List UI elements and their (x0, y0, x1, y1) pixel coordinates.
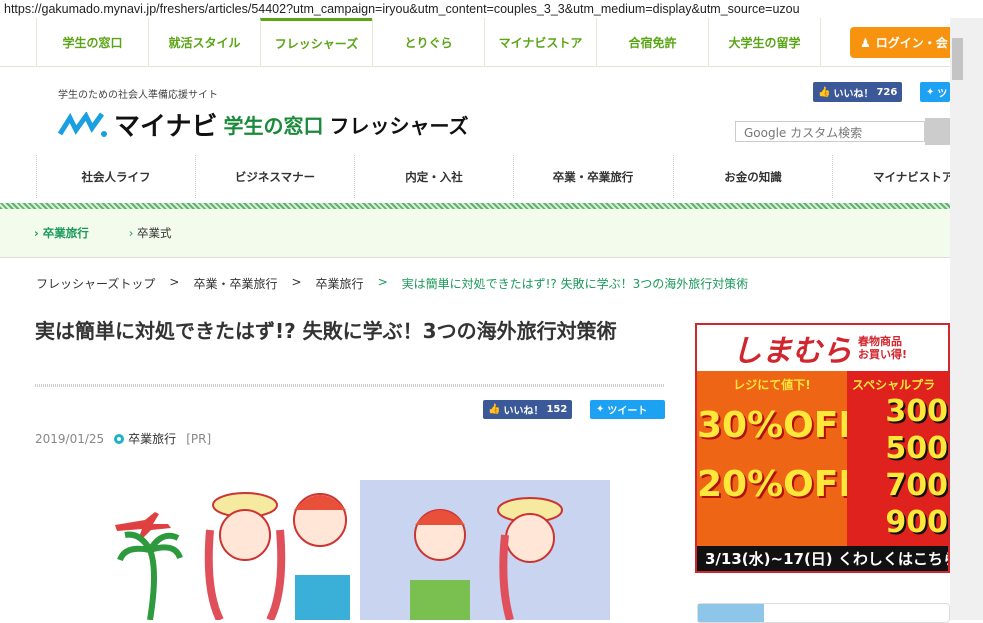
subnav-travel-label: 卒業旅行 (42, 226, 89, 240)
sub-nav: › 卒業旅行 › 卒業式 (0, 209, 950, 258)
ad-brand: しまむら (732, 334, 852, 369)
ad-sub2: お買い得! (858, 348, 908, 361)
tweet-label: ツ (937, 88, 948, 100)
crumb-sep: > (169, 275, 180, 289)
mynavi-logo-icon (58, 111, 107, 137)
cat-money[interactable]: お金の知識 (673, 155, 832, 198)
like-label: いいね！ (833, 88, 874, 100)
thumbs-up-icon: 👍 (488, 404, 501, 415)
search-button[interactable] (925, 118, 950, 145)
thumbs-up-icon: 👍 (818, 86, 831, 98)
ad-price-panel: スペシャルプラ 300 500 700 900 (847, 371, 948, 546)
topnav-store[interactable]: マイナビストア (484, 18, 596, 66)
user-icon: ♟ (860, 35, 871, 50)
top-nav: 学生の窓口 就活スタイル フレッシャーズ とりぐら マイナビストア 合宿免許 大… (0, 18, 950, 67)
subnav-ceremony[interactable]: › 卒業式 (129, 225, 172, 241)
ad-discount-panel: レジにて値下! 30%OFF 20%OFF (697, 371, 863, 546)
title-divider (35, 384, 665, 387)
crumb-travel[interactable]: 卒業旅行 (316, 275, 364, 292)
site-logo[interactable]: マイナビ 学生の窓口 フレッシャーズ (58, 106, 468, 143)
logo-freshers: フレッシャーズ (329, 114, 469, 138)
category-dot-icon (114, 433, 125, 444)
ad-subtitle: 春物商品 お買い得! (858, 335, 907, 361)
ad-right-head: スペシャルプラ (852, 378, 936, 392)
category-nav: 社会人ライフ ビジネスマナー 内定・入社 卒業・卒業旅行 お金の知識 マイナビス… (0, 155, 950, 198)
article-tweet-button[interactable]: ✦ ツイート (590, 400, 665, 419)
ad-price: 900 (885, 505, 948, 540)
article-category[interactable]: 卒業旅行 (114, 430, 176, 447)
shimamura-ad-banner[interactable]: しまむら 春物商品 お買い得! レジにて値下! 30%OFF 20%OFF スペシャ… (695, 323, 950, 573)
subnav-travel[interactable]: › 卒業旅行 (34, 225, 89, 241)
cat-store[interactable]: マイナビストア (832, 155, 950, 198)
tweet-button[interactable]: ✦ ツ (920, 82, 950, 102)
category-label: 卒業旅行 (128, 432, 177, 446)
crumb-top[interactable]: フレッシャーズトップ (36, 275, 155, 292)
article-hero-illustration (110, 480, 610, 620)
login-label: ログイン・会 (875, 36, 948, 50)
logo-mynavi: マイナビ (114, 112, 218, 142)
topnav-shukatsu[interactable]: 就活スタイル (148, 18, 260, 66)
ad-price: 500 (885, 431, 948, 466)
tagline: 学生のための社会人準備応援サイト (58, 90, 218, 101)
tweet-label: ツイート (607, 406, 648, 417)
search-input[interactable]: Google カスタム検索 (735, 121, 925, 142)
ad-off-30: 30%OFF (697, 405, 863, 446)
twitter-icon: ✦ (926, 86, 935, 98)
article-date: 2019/01/25 (35, 431, 105, 446)
topnav-divider (820, 18, 821, 66)
like-count: 726 (876, 86, 898, 98)
scrollbar[interactable] (950, 18, 983, 620)
topnav-torigura[interactable]: とりぐら (372, 18, 484, 66)
ad-sub1: 春物商品 (858, 335, 902, 348)
sidebar-widget[interactable] (697, 603, 950, 623)
cat-manner[interactable]: ビジネスマナー (195, 155, 354, 198)
cat-graduation[interactable]: 卒業・卒業旅行 (513, 155, 672, 198)
ad-off-20: 20%OFF (697, 464, 863, 505)
travelers-illustration (115, 492, 563, 620)
subnav-ceremony-label: 卒業式 (137, 226, 172, 240)
crumb-sep: > (377, 275, 388, 289)
topnav-license[interactable]: 合宿免許 (596, 18, 708, 66)
ad-footer: 3/13(水)~17(日) くわしくはこちら (697, 546, 948, 571)
topnav-abroad[interactable]: 大学生の留学 (708, 18, 820, 66)
widget-thumbnail (698, 604, 764, 622)
article-like-button[interactable]: 👍 いいね！ 152 (483, 400, 573, 419)
facebook-like-button[interactable]: 👍 いいね！ 726 (813, 82, 903, 102)
topnav-freshers[interactable]: フレッシャーズ (260, 18, 372, 66)
logo-gakumado: 学生の窓口 (223, 114, 324, 138)
url-bar[interactable]: https://gakumado.mynavi.jp/freshers/arti… (4, 2, 800, 16)
twitter-icon: ✦ (596, 404, 605, 415)
crumb-graduation[interactable]: 卒業・卒業旅行 (193, 275, 277, 292)
like-count: 152 (546, 404, 568, 415)
login-button[interactable]: ♟ ログイン・会 (850, 27, 950, 58)
cat-life[interactable]: 社会人ライフ (36, 155, 195, 198)
pr-label: [PR] (186, 431, 212, 446)
ad-left-head: レジにて値下! (733, 378, 811, 392)
article-meta: 2019/01/25 卒業旅行 [PR] (35, 430, 211, 447)
article-title: 実は簡単に対処できたはず!? 失敗に学ぶ！3つの海外旅行対策術 (35, 319, 617, 343)
breadcrumb: フレッシャーズトップ > 卒業・卒業旅行 > 卒業旅行 > 実は簡単に対処できた… (36, 275, 748, 292)
ad-price: 300 (885, 394, 948, 429)
cat-naitei[interactable]: 内定・入社 (354, 155, 513, 198)
crumb-current: 実は簡単に対処できたはず!? 失敗に学ぶ！3つの海外旅行対策術 (401, 277, 749, 291)
crumb-sep: > (291, 275, 302, 289)
like-label: いいね！ (503, 406, 544, 417)
scrollbar-thumb[interactable] (952, 38, 963, 80)
topnav-gakumado[interactable]: 学生の窓口 (36, 18, 148, 66)
ad-price: 700 (885, 468, 948, 503)
